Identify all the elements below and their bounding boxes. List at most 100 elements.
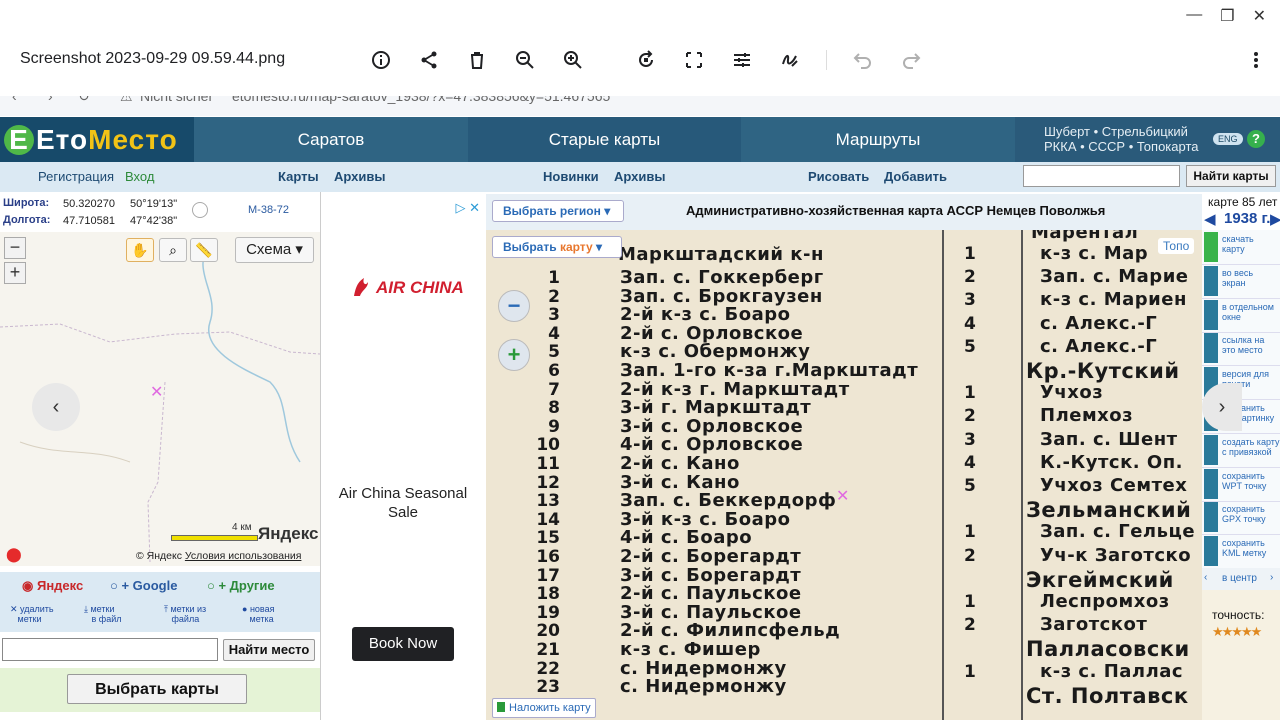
scan-district-heading: Экгеймский xyxy=(1026,567,1174,592)
center-marker-icon: ✕ xyxy=(150,384,164,401)
archives-link-2[interactable]: Архивы xyxy=(614,169,665,184)
delete-icon[interactable] xyxy=(465,48,489,72)
side-tool-label: сохранить KML метку xyxy=(1222,538,1266,558)
side-tool-button[interactable]: во весь экран xyxy=(1202,264,1280,299)
login-link[interactable]: Вход xyxy=(125,169,154,184)
scanned-map-image[interactable]: Маркштадский к-н Марентал 1 Зап. с. Гокке… xyxy=(486,230,1202,720)
crop-icon[interactable] xyxy=(682,48,706,72)
new-mark-button[interactable]: ● новая метка xyxy=(242,604,274,624)
mini-zoom-out-button[interactable]: − xyxy=(4,237,26,259)
map-pin-icon[interactable]: ⬤ xyxy=(6,546,22,563)
undo-icon[interactable] xyxy=(851,48,875,72)
side-tool-label: во весь экран xyxy=(1222,268,1253,288)
next-arrow-icon[interactable]: › xyxy=(1202,383,1242,431)
scale-bar xyxy=(171,535,258,541)
provider-other[interactable]: ○ + Другие xyxy=(207,578,275,593)
latitude-dms: 50°19'13" xyxy=(130,198,178,210)
map-zoom-in-button[interactable]: + xyxy=(498,339,530,371)
zoom-in-icon[interactable] xyxy=(561,48,585,72)
side-tool-button[interactable]: сохранить WPT точку xyxy=(1202,467,1280,502)
rotate-icon[interactable] xyxy=(634,48,658,72)
mini-map[interactable]: − + ✋ ⌕ 📏 Схема ▾ ‹ ✕ 4 км Яндекс ⬤ © Ян… xyxy=(0,232,320,566)
add-link[interactable]: Добавить xyxy=(884,169,947,184)
scan-row-number: 20 xyxy=(536,621,560,642)
main-map: Выбрать регион ▾ Административно-хозяйст… xyxy=(486,194,1280,720)
new-mark-line1: новая xyxy=(249,604,275,614)
maps-link[interactable]: Карты xyxy=(278,169,319,184)
prev-year-icon[interactable]: ◀ xyxy=(1204,210,1216,228)
ruler-tool-icon[interactable]: 📏 xyxy=(190,238,218,262)
scan-row-number: 21 xyxy=(536,640,560,660)
previous-arrow-icon[interactable]: ‹ xyxy=(32,383,80,431)
zoom-out-icon[interactable] xyxy=(513,48,537,72)
side-tool-button[interactable]: скачать карту xyxy=(1202,230,1280,265)
side-tool-label-line1: сохранить xyxy=(1222,538,1265,549)
news-link[interactable]: Новинки xyxy=(543,169,599,184)
more-icon[interactable] xyxy=(1244,48,1268,72)
redo-icon[interactable] xyxy=(899,48,923,72)
find-maps-button[interactable]: Найти карты xyxy=(1186,165,1276,187)
map-zoom-out-button[interactable]: − xyxy=(498,290,530,322)
nav-routes[interactable]: Маршруты xyxy=(741,117,1015,162)
minimize-icon[interactable]: — xyxy=(1186,6,1202,26)
find-place-button[interactable]: Найти место xyxy=(223,639,315,661)
help-icon[interactable]: ? xyxy=(1247,130,1265,148)
map-series-links: Шуберт • Стрельбицкий РККА • СССР • Топо… xyxy=(1015,117,1280,162)
sub-navigation: Регистрация Вход Карты Архивы Новинки Ар… xyxy=(0,162,1280,192)
series-line-1[interactable]: Шуберт • Стрельбицкий xyxy=(1044,124,1188,139)
next-year-icon[interactable]: ▶ xyxy=(1270,210,1280,228)
place-search-input[interactable] xyxy=(2,638,218,661)
center-left-icon[interactable]: ‹ xyxy=(1204,572,1207,583)
ad-text[interactable]: Air China Seasonal Sale xyxy=(334,484,472,522)
overlay-map-button[interactable]: Наложить карту xyxy=(492,698,596,718)
provider-yandex-label: Яндекс xyxy=(36,578,84,593)
compass-icon[interactable] xyxy=(192,202,208,218)
file-name: Screenshot 2023-09-29 09.59.44.png xyxy=(20,50,286,67)
close-icon[interactable]: ✕ xyxy=(1253,6,1266,26)
side-tool-button[interactable]: создать карту с привязкой xyxy=(1202,433,1280,468)
series-line-2[interactable]: РККА • СССР • Топокарта xyxy=(1044,139,1198,154)
share-icon[interactable] xyxy=(417,48,441,72)
provider-yandex[interactable]: ◉ Яндекс xyxy=(22,578,83,594)
nav-saratov[interactable]: Саратов xyxy=(194,117,468,162)
nav-old-maps[interactable]: Старые карты xyxy=(468,117,741,162)
draw-link[interactable]: Рисовать xyxy=(808,169,869,184)
magnifier-tool-icon[interactable]: ⌕ xyxy=(159,238,187,262)
choose-maps-button[interactable]: Выбрать карты xyxy=(67,674,247,704)
book-now-button[interactable]: Book Now xyxy=(352,627,454,661)
adjust-icon[interactable] xyxy=(730,48,754,72)
map-type-dropdown[interactable]: Схема ▾ xyxy=(235,237,314,263)
scan-district-heading: Ст. Полтавск xyxy=(1026,683,1189,708)
info-icon[interactable] xyxy=(369,48,393,72)
map-dropdown[interactable]: Выбрать карту ▾ xyxy=(492,236,622,258)
marks-to-file-button[interactable]: ⤓ метки в файл xyxy=(84,604,122,624)
register-link[interactable]: Регистрация xyxy=(38,169,114,184)
map-search-input[interactable] xyxy=(1023,165,1180,187)
sheet-number[interactable]: M-38-72 xyxy=(248,204,289,216)
scan-row-number: 4 xyxy=(548,323,560,344)
mini-zoom-in-button[interactable]: + xyxy=(4,262,26,284)
terms-link[interactable]: Условия использования xyxy=(185,550,302,562)
center-control[interactable]: ‹ в центр › xyxy=(1202,568,1280,590)
side-tool-label-line1: сохранить xyxy=(1222,470,1265,481)
side-tool-button[interactable]: сохранить GPX точку xyxy=(1202,500,1280,536)
region-dropdown[interactable]: Выбрать регион ▾ xyxy=(492,200,624,222)
site-logo[interactable]: Е Ето Место xyxy=(0,117,194,162)
side-tool-button[interactable]: ссылка на это место xyxy=(1202,331,1280,367)
hand-tool-icon[interactable]: ✋ xyxy=(126,238,154,262)
maximize-icon[interactable]: ❐ xyxy=(1220,6,1234,26)
provider-google[interactable]: ○ + Google xyxy=(110,578,177,593)
ad-brand[interactable]: AIR CHINA xyxy=(350,276,464,298)
archives-link[interactable]: Архивы xyxy=(334,169,385,184)
center-right-icon[interactable]: › xyxy=(1270,572,1273,583)
topo-button[interactable]: Топо xyxy=(1158,238,1195,254)
delete-marks-button[interactable]: ✕ удалить метки xyxy=(10,604,54,624)
ad-choices-icon[interactable]: ▷ ✕ xyxy=(455,200,480,216)
scan-right-text: с. Алекс.-Г xyxy=(1040,335,1158,357)
eng-button[interactable]: ENG xyxy=(1213,133,1243,145)
side-tool-button[interactable]: в отдельном окне xyxy=(1202,298,1280,333)
scan-right-number: 1 xyxy=(964,522,976,543)
annotate-icon[interactable] xyxy=(778,48,802,72)
side-tool-button[interactable]: сохранить KML метку xyxy=(1202,534,1280,570)
marks-from-file-button[interactable]: ⤒ метки из файла xyxy=(164,604,206,624)
